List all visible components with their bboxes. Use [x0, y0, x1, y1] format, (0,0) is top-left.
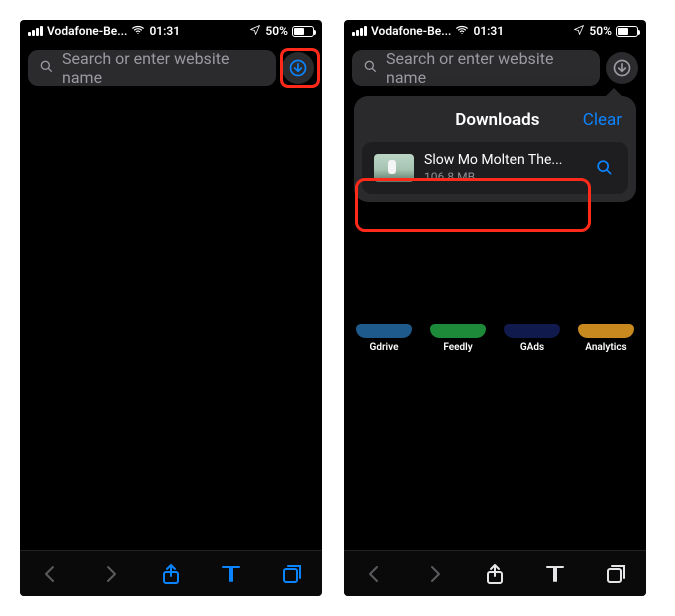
download-item[interactable]: Slow Mo Molten The... 106.8 MB — [362, 142, 628, 194]
phone-left: Vodafone-Be... 01:31 50% Search or enter — [20, 20, 322, 596]
tabs-button[interactable] — [602, 560, 630, 588]
favorites-row: Gdrive Feedly GAds Analytics — [354, 324, 636, 353]
url-bar[interactable]: Search or enter website name — [352, 50, 600, 86]
wifi-icon — [455, 23, 469, 40]
bookmarks-button[interactable] — [217, 560, 245, 588]
favorite-gdrive[interactable]: Gdrive — [354, 324, 414, 353]
battery-icon — [616, 26, 638, 37]
carrier-label: Vodafone-Be... — [47, 24, 127, 38]
clock-label: 01:31 — [473, 24, 504, 38]
location-icon — [573, 24, 585, 39]
carrier-label: Vodafone-Be... — [371, 24, 451, 38]
bottom-toolbar — [344, 550, 646, 596]
forward-button — [421, 560, 449, 588]
search-icon — [38, 58, 54, 78]
download-size: 106.8 MB — [424, 170, 584, 184]
share-button[interactable] — [157, 560, 185, 588]
wifi-icon — [131, 23, 145, 40]
search-icon — [362, 58, 378, 78]
phone-right: Vodafone-Be... 01:31 50% Search or enter — [344, 20, 646, 596]
clock-label: 01:31 — [149, 24, 180, 38]
battery-pct-label: 50% — [589, 24, 612, 38]
bottom-toolbar — [20, 550, 322, 596]
bookmarks-button[interactable] — [541, 560, 569, 588]
reveal-in-files-button[interactable] — [594, 157, 616, 179]
share-button[interactable] — [481, 560, 509, 588]
battery-pct-label: 50% — [265, 24, 288, 38]
cell-signal-icon — [28, 26, 43, 36]
favorite-feedly[interactable]: Feedly — [428, 324, 488, 353]
status-bar: Vodafone-Be... 01:31 50% — [344, 20, 646, 42]
downloads-popover: Downloads Clear Slow Mo Molten The... 10… — [354, 96, 636, 202]
forward-button — [97, 560, 125, 588]
tabs-button[interactable] — [278, 560, 306, 588]
status-bar: Vodafone-Be... 01:31 50% — [20, 20, 322, 42]
favorite-gads[interactable]: GAds — [502, 324, 562, 353]
battery-icon — [292, 26, 314, 37]
cell-signal-icon — [352, 26, 367, 36]
downloads-button[interactable] — [606, 52, 638, 84]
download-thumbnail — [374, 154, 414, 182]
downloads-title: Downloads — [412, 110, 583, 130]
page-content — [20, 96, 322, 550]
back-button — [360, 560, 388, 588]
url-placeholder: Search or enter website name — [386, 49, 590, 87]
url-bar[interactable]: Search or enter website name — [28, 50, 276, 86]
location-icon — [249, 24, 261, 39]
downloads-list: Slow Mo Molten The... 106.8 MB — [362, 142, 628, 194]
downloads-clear-button[interactable]: Clear — [583, 110, 622, 130]
downloads-button[interactable] — [282, 52, 314, 84]
url-placeholder: Search or enter website name — [62, 49, 266, 87]
favorite-analytics[interactable]: Analytics — [576, 324, 636, 353]
download-name: Slow Mo Molten The... — [424, 152, 584, 168]
back-button — [36, 560, 64, 588]
